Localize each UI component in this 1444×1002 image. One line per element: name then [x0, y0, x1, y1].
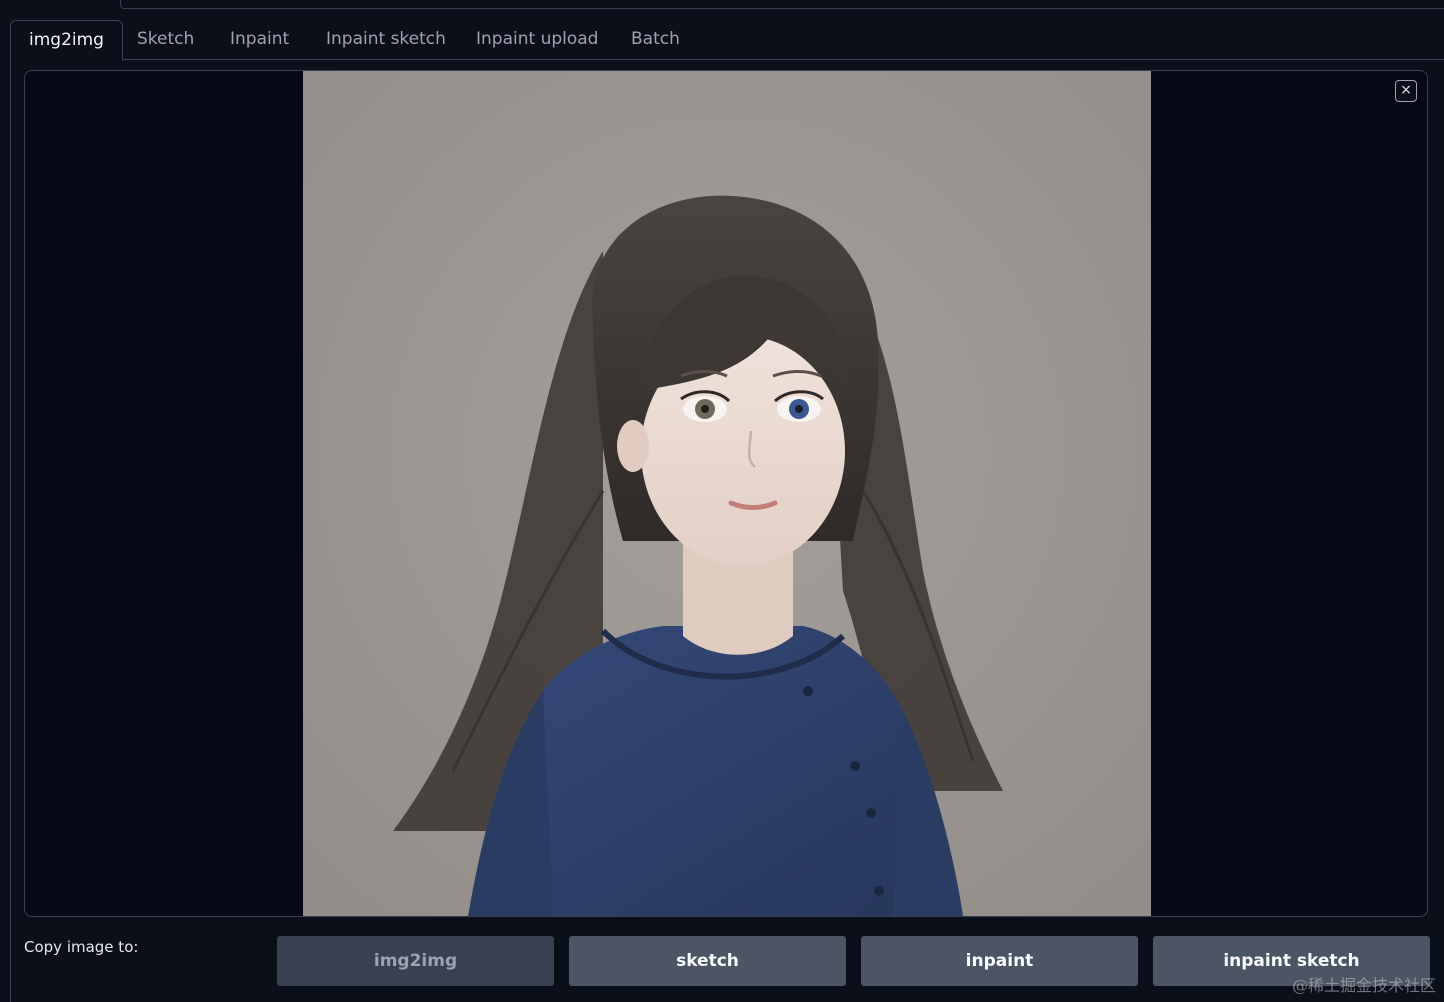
tab-inpaint[interactable]: Inpaint	[230, 20, 289, 58]
copy-to-sketch-button[interactable]: sketch	[569, 936, 846, 986]
clear-image-icon[interactable]: ×	[1395, 80, 1417, 102]
tab-inpaint-sketch[interactable]: Inpaint sketch	[326, 20, 446, 58]
image-upload-area[interactable]: ×	[24, 70, 1428, 917]
copy-to-img2img-button[interactable]: img2img	[277, 936, 554, 986]
top-container-edge	[120, 0, 1444, 9]
tab-img2img[interactable]: img2img	[10, 20, 123, 61]
img2img-page: img2img Sketch Inpaint Inpaint sketch In…	[0, 0, 1444, 1002]
tab-sketch[interactable]: Sketch	[137, 20, 194, 58]
tab-batch[interactable]: Batch	[631, 20, 680, 58]
copy-to-inpaint-button[interactable]: inpaint	[861, 936, 1138, 986]
mode-tab-bar: img2img Sketch Inpaint Inpaint sketch In…	[10, 20, 1444, 61]
uploaded-portrait-image	[303, 71, 1151, 916]
copy-image-label: Copy image to:	[24, 938, 139, 956]
tab-inpaint-upload[interactable]: Inpaint upload	[476, 20, 598, 58]
watermark: @稀土掘金技术社区	[1291, 976, 1436, 995]
